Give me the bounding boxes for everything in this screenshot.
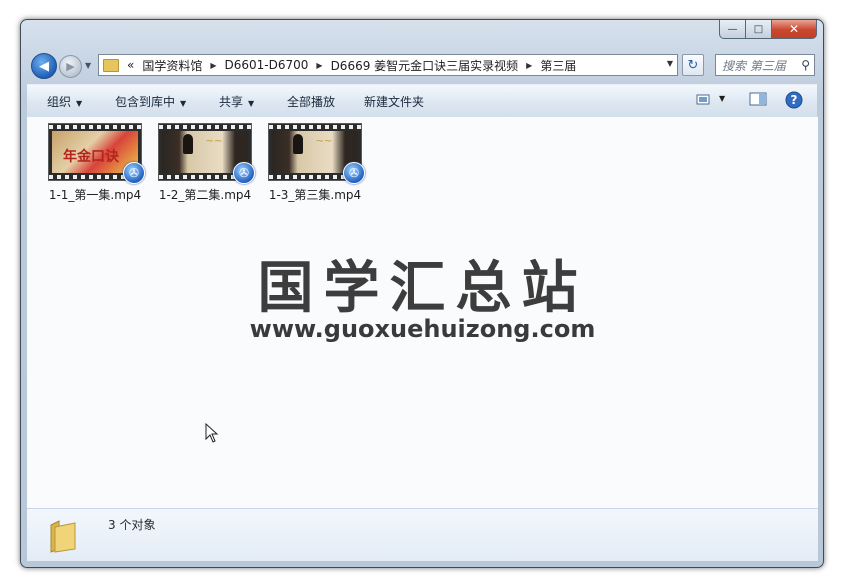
video-thumbnail: 年金口诀 ✇ <box>48 123 145 184</box>
file-name: 1-3_第三集.mp4 <box>268 188 362 202</box>
presenter-figure <box>183 134 193 154</box>
share-menu[interactable]: 共享 ▼ <box>219 93 254 110</box>
svg-text:?: ? <box>791 93 798 107</box>
minimize-button[interactable]: — <box>719 20 746 39</box>
organize-label: 组织 <box>47 95 72 109</box>
film-reel-icon: ✇ <box>233 162 255 184</box>
watermark-url: www.guoxuehuizong.com <box>249 315 596 343</box>
breadcrumb-arrow-icon[interactable]: ▶ <box>312 61 326 70</box>
address-bar[interactable]: « 国学资料馆 ▶ D6601-D6700 ▶ D6669 姜智元金口诀三届实录… <box>98 54 678 76</box>
search-placeholder: 搜索 第三届 <box>722 58 786 73</box>
maximize-button[interactable]: □ <box>746 20 772 39</box>
video-thumbnail: ~~ ✇ <box>268 123 365 184</box>
file-item[interactable]: ~~ ✇ 1-2_第二集.mp4 <box>153 123 257 203</box>
thumbnail-ornament: ~~ <box>205 136 223 147</box>
window-controls: — □ ✕ <box>719 20 817 39</box>
thumbnail-ornament: ~~ <box>315 136 333 147</box>
film-reel-icon: ✇ <box>123 162 145 184</box>
include-in-library-menu[interactable]: 包含到库中 ▼ <box>115 93 186 110</box>
new-folder-button[interactable]: 新建文件夹 <box>364 93 424 110</box>
view-options-dropdown[interactable]: ▼ <box>719 94 725 103</box>
forward-arrow-icon: ▶ <box>66 60 75 73</box>
presenter-figure <box>293 134 303 154</box>
play-all-label: 全部播放 <box>287 95 336 109</box>
play-all-button[interactable]: 全部播放 <box>287 93 335 110</box>
organize-menu[interactable]: 组织 ▼ <box>47 93 82 110</box>
close-button[interactable]: ✕ <box>772 20 817 39</box>
preview-pane-icon <box>749 92 767 106</box>
item-count: 3 个对象 <box>108 518 156 532</box>
search-input[interactable]: 搜索 第三届 ⚲ <box>715 54 815 76</box>
film-strip-edge <box>269 125 361 129</box>
help-icon: ? <box>785 91 803 109</box>
view-icon <box>696 94 710 105</box>
maximize-icon: □ <box>753 23 764 35</box>
back-arrow-icon: ◀ <box>39 58 49 74</box>
breadcrumb-item[interactable]: D6601-D6700 <box>221 58 313 72</box>
navigation-bar: ◀ ▶ ▼ « 国学资料馆 ▶ D6601-D6700 ▶ D6669 姜智元金… <box>29 53 817 79</box>
forward-button[interactable]: ▶ <box>59 55 82 78</box>
watermark-title: 国学汇总站 <box>257 256 588 321</box>
details-pane: 3 个对象 <box>27 508 818 561</box>
breadcrumb-arrow-icon[interactable]: ▶ <box>206 61 220 70</box>
film-strip-edge <box>49 125 141 129</box>
new-folder-label: 新建文件夹 <box>364 95 425 109</box>
folder-icon <box>103 58 119 72</box>
chevron-down-icon: ▼ <box>76 99 83 108</box>
breadcrumb-arrow-icon[interactable]: ▶ <box>522 61 536 70</box>
change-view-button[interactable] <box>695 91 711 110</box>
file-name: 1-1_第一集.mp4 <box>48 188 142 202</box>
close-icon: ✕ <box>788 22 800 36</box>
share-label: 共享 <box>219 95 244 109</box>
chevron-down-icon: ▼ <box>180 99 187 108</box>
file-name: 1-2_第二集.mp4 <box>158 188 252 202</box>
refresh-button[interactable]: ↻ <box>682 54 704 76</box>
refresh-icon: ↻ <box>687 57 699 73</box>
film-reel-icon: ✇ <box>343 162 365 184</box>
explorer-window: — □ ✕ ◀ ▶ ▼ « 国学资料馆 ▶ D6601-D6700 ▶ D666… <box>20 19 824 568</box>
help-button[interactable]: ? <box>785 91 803 112</box>
breadcrumb-overflow[interactable]: « <box>123 58 138 72</box>
recent-pages-dropdown[interactable]: ▼ <box>85 61 91 70</box>
minimize-icon: — <box>727 23 738 35</box>
breadcrumb-current[interactable]: 第三届 <box>536 57 580 74</box>
file-item[interactable]: 年金口诀 ✇ 1-1_第一集.mp4 <box>43 123 147 203</box>
command-bar: 组织 ▼ 包含到库中 ▼ 共享 ▼ 全部播放 新建文件夹 ▼ ? <box>27 84 817 118</box>
breadcrumb-item[interactable]: 国学资料馆 <box>138 57 206 74</box>
search-icon[interactable]: ⚲ <box>801 58 810 72</box>
chevron-down-icon: ▼ <box>85 61 92 70</box>
video-thumbnail: ~~ ✇ <box>158 123 255 184</box>
file-list-pane[interactable]: 年金口诀 ✇ 1-1_第一集.mp4 ~~ ✇ 1-2_第二集.mp4 ~~ ✇… <box>27 117 818 508</box>
include-in-library-label: 包含到库中 <box>115 95 176 109</box>
breadcrumb-item[interactable]: D6669 姜智元金口诀三届实录视频 <box>327 57 523 74</box>
address-dropdown-icon[interactable]: ▼ <box>667 59 673 68</box>
folder-icon <box>50 520 76 553</box>
file-item[interactable]: ~~ ✇ 1-3_第三集.mp4 <box>263 123 367 203</box>
mouse-cursor-icon <box>205 423 219 443</box>
preview-pane-button[interactable] <box>749 91 767 110</box>
thumbnail-title-text: 年金口诀 <box>63 149 119 165</box>
back-button[interactable]: ◀ <box>31 53 57 79</box>
chevron-down-icon: ▼ <box>248 99 255 108</box>
film-strip-edge <box>159 125 251 129</box>
chevron-down-icon: ▼ <box>719 94 726 103</box>
